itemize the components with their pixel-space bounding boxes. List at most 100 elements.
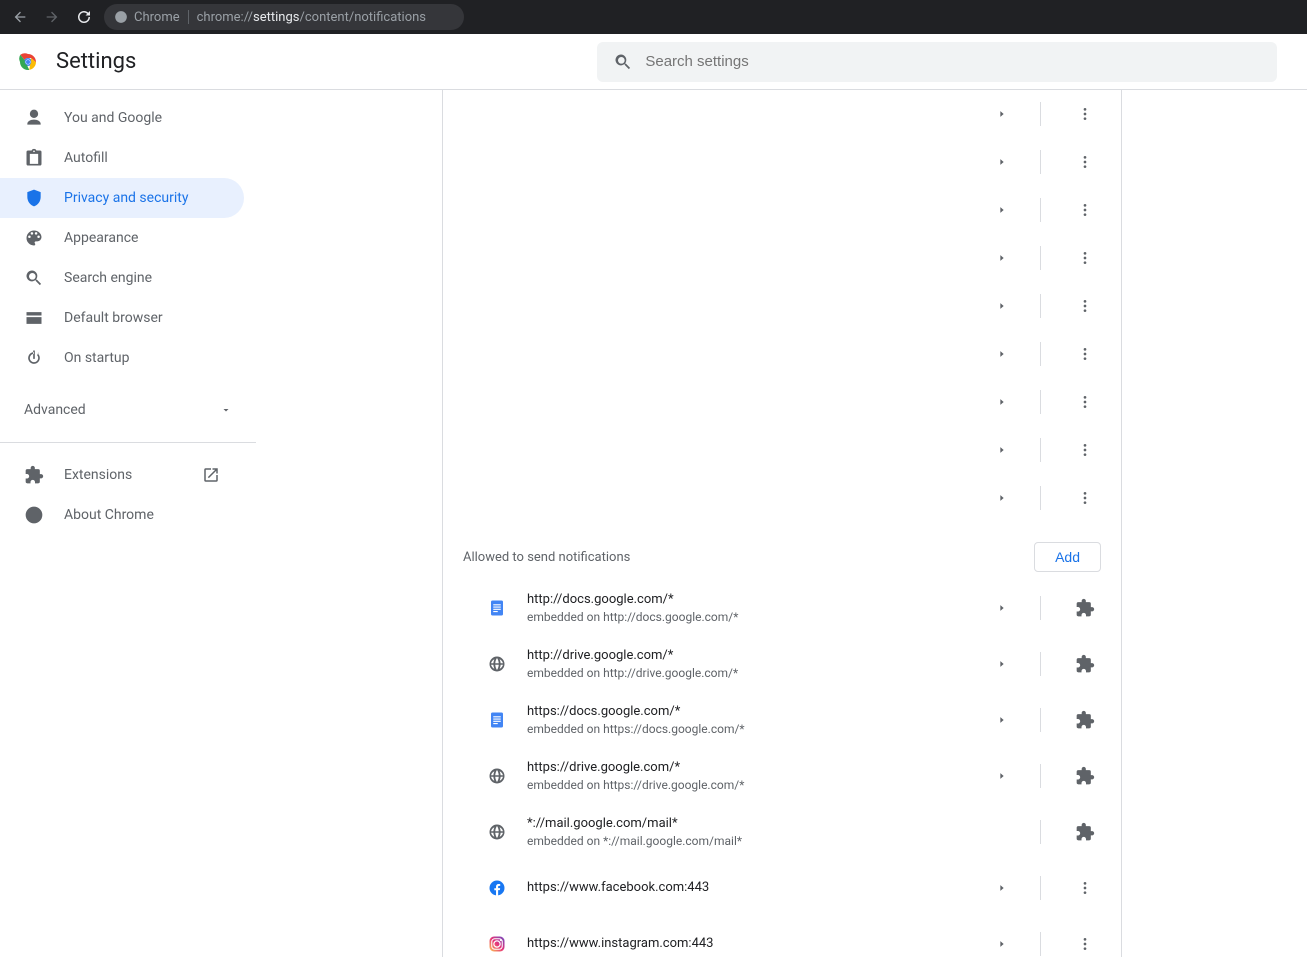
sidebar-item-extensions[interactable]: Extensions <box>0 455 244 495</box>
expand-arrow-icon[interactable] <box>992 488 1012 508</box>
allowed-site-row[interactable]: https://www.facebook.com:443 <box>443 860 1121 916</box>
search-input[interactable] <box>645 53 1261 70</box>
expand-arrow-icon[interactable] <box>992 344 1012 364</box>
row-divider <box>1040 876 1041 900</box>
sidebar-item-on-startup[interactable]: On startup <box>0 338 244 378</box>
globe-favicon-icon <box>487 654 507 674</box>
expand-arrow-icon[interactable] <box>992 440 1012 460</box>
more-actions-button[interactable] <box>1069 146 1101 178</box>
sidebar-item-autofill[interactable]: Autofill <box>0 138 244 178</box>
expand-arrow-icon[interactable] <box>992 710 1012 730</box>
sidebar-item-search-engine[interactable]: Search engine <box>0 258 244 298</box>
extension-managed-icon <box>1069 648 1101 680</box>
site-url-label: http://drive.google.com/*embedded on htt… <box>527 647 972 682</box>
site-favicon <box>487 248 507 268</box>
row-divider <box>1040 932 1041 956</box>
expand-arrow-icon[interactable] <box>992 200 1012 220</box>
expand-arrow-icon[interactable] <box>992 392 1012 412</box>
sidebar-item-privacy-and-security[interactable]: Privacy and security <box>0 178 244 218</box>
sidebar-item-you-and-google[interactable]: You and Google <box>0 98 244 138</box>
blocked-site-row[interactable]: . <box>443 378 1121 426</box>
expand-arrow-icon[interactable] <box>992 296 1012 316</box>
expand-arrow-icon[interactable] <box>992 934 1012 954</box>
chevron-down-icon <box>220 404 232 416</box>
sidebar-item-label: Default browser <box>64 310 163 326</box>
allowed-header-label: Allowed to send notifications <box>463 550 630 565</box>
address-bar[interactable]: Chrome chrome://settings/content/notific… <box>104 4 464 30</box>
extension-managed-icon <box>1069 760 1101 792</box>
reload-button[interactable] <box>72 5 96 29</box>
settings-search[interactable] <box>597 42 1277 82</box>
site-label: . <box>527 251 972 265</box>
blocked-site-row[interactable]: . <box>443 330 1121 378</box>
site-label: . <box>527 395 972 409</box>
expand-arrow-icon[interactable] <box>992 104 1012 124</box>
row-divider <box>1040 342 1041 366</box>
site-label: . <box>527 155 972 169</box>
docs-favicon-icon <box>487 710 507 730</box>
site-favicon <box>487 104 507 124</box>
blocked-site-row[interactable]: . <box>443 186 1121 234</box>
settings-main: ......... Allowed to send notifications … <box>256 90 1307 957</box>
allowed-site-row[interactable]: *://mail.google.com/mail*embedded on *:/… <box>443 804 1121 860</box>
more-actions-button[interactable] <box>1069 338 1101 370</box>
site-url-label: https://www.instagram.com:443 <box>527 935 972 953</box>
add-button[interactable]: Add <box>1034 542 1101 572</box>
row-divider <box>1040 820 1041 844</box>
blocked-site-row[interactable]: . <box>443 234 1121 282</box>
shield-icon <box>24 188 44 208</box>
site-favicon <box>487 344 507 364</box>
page-title: Settings <box>56 49 136 74</box>
sidebar-advanced-toggle[interactable]: Advanced <box>0 390 256 430</box>
row-divider <box>1040 390 1041 414</box>
more-actions-button[interactable] <box>1069 434 1101 466</box>
sidebar-item-appearance[interactable]: Appearance <box>0 218 244 258</box>
allowed-site-row[interactable]: https://drive.google.com/*embedded on ht… <box>443 748 1121 804</box>
site-url-label: https://docs.google.com/*embedded on htt… <box>527 703 972 738</box>
site-label: . <box>527 347 972 361</box>
blocked-site-row[interactable]: . <box>443 426 1121 474</box>
blocked-site-row[interactable]: . <box>443 474 1121 522</box>
expand-arrow-icon[interactable] <box>992 152 1012 172</box>
sidebar-item-label: Autofill <box>64 150 108 166</box>
chrome-small-icon <box>24 505 44 525</box>
more-actions-button[interactable] <box>1069 194 1101 226</box>
palette-icon <box>24 228 44 248</box>
blocked-site-row[interactable]: . <box>443 90 1121 138</box>
row-divider <box>1040 652 1041 676</box>
browser-toolbar: Chrome chrome://settings/content/notific… <box>0 0 1307 34</box>
blocked-site-row[interactable]: . <box>443 138 1121 186</box>
row-divider <box>1040 102 1041 126</box>
more-actions-button[interactable] <box>1069 290 1101 322</box>
more-actions-button[interactable] <box>1069 482 1101 514</box>
allowed-site-row[interactable]: https://docs.google.com/*embedded on htt… <box>443 692 1121 748</box>
expand-arrow-icon[interactable] <box>992 878 1012 898</box>
sidebar-item-about-chrome[interactable]: About Chrome <box>0 495 244 535</box>
more-actions-button[interactable] <box>1069 98 1101 130</box>
site-favicon <box>487 392 507 412</box>
allowed-site-row[interactable]: http://docs.google.com/*embedded on http… <box>443 580 1121 636</box>
more-actions-button[interactable] <box>1069 386 1101 418</box>
expand-arrow-icon[interactable] <box>992 766 1012 786</box>
back-button[interactable] <box>8 5 32 29</box>
search-icon <box>613 52 633 72</box>
power-icon <box>24 348 44 368</box>
blocked-site-row[interactable]: . <box>443 282 1121 330</box>
expand-arrow-icon[interactable] <box>992 822 1012 842</box>
allowed-site-row[interactable]: http://drive.google.com/*embedded on htt… <box>443 636 1121 692</box>
site-url-label: http://docs.google.com/*embedded on http… <box>527 591 972 626</box>
allowed-site-row[interactable]: https://www.instagram.com:443 <box>443 916 1121 957</box>
row-divider <box>1040 246 1041 270</box>
row-divider <box>1040 596 1041 620</box>
expand-arrow-icon[interactable] <box>992 248 1012 268</box>
more-actions-button[interactable] <box>1069 928 1101 957</box>
more-actions-button[interactable] <box>1069 872 1101 904</box>
person-icon <box>24 108 44 128</box>
more-actions-button[interactable] <box>1069 242 1101 274</box>
expand-arrow-icon[interactable] <box>992 654 1012 674</box>
extension-managed-icon <box>1069 704 1101 736</box>
settings-header: Settings <box>0 34 1307 90</box>
forward-button[interactable] <box>40 5 64 29</box>
sidebar-item-default-browser[interactable]: Default browser <box>0 298 244 338</box>
expand-arrow-icon[interactable] <box>992 598 1012 618</box>
